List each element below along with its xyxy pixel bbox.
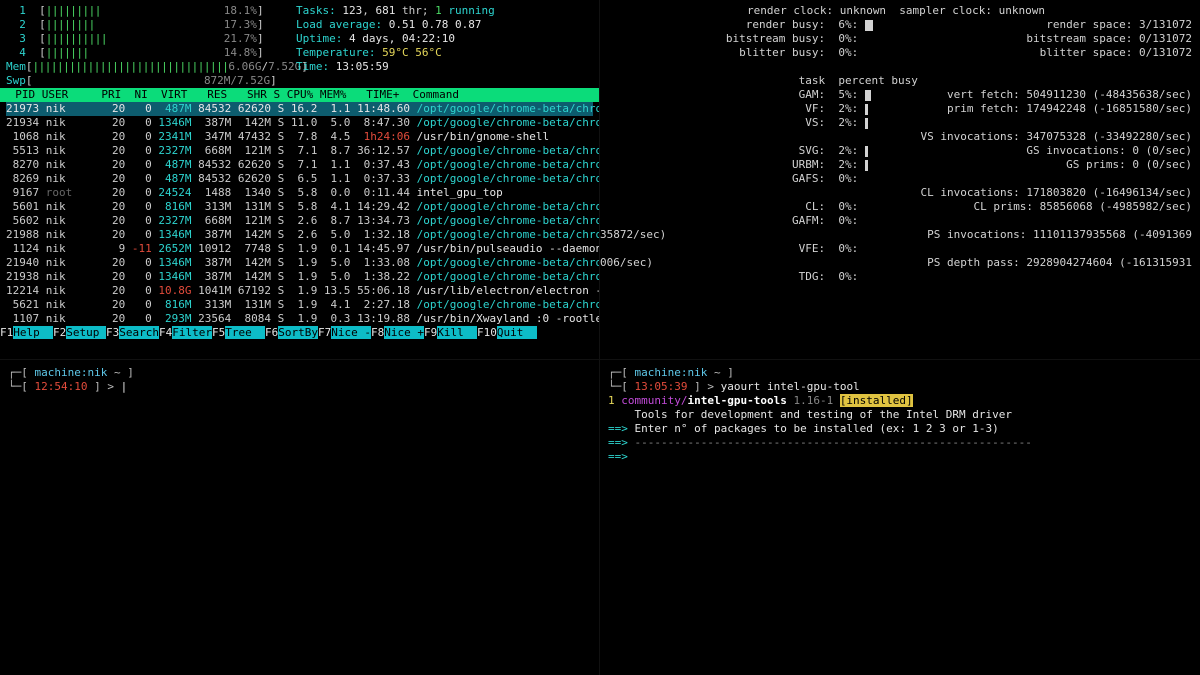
intel-gpu-top-pane: render clock: unknown sampler clock: unk… <box>600 0 1200 360</box>
htop-column-header: PID USER PRI NI VIRT RES SHR S CPU% MEM%… <box>0 88 599 102</box>
package-name: intel-gpu-tools <box>687 394 786 407</box>
prompt-time: 13:05:39 <box>635 380 688 393</box>
process-row[interactable]: 8269 nik 20 0 487M 84532 62620 S 6.5 1.1… <box>6 172 593 186</box>
htop-fn-bar[interactable]: F1Help F2Setup F3SearchF4FilterF5Tree F6… <box>0 326 599 340</box>
process-row[interactable]: 5621 nik 20 0 816M 313M 131M S 1.9 4.1 2… <box>6 298 593 312</box>
fn-F3[interactable]: Search <box>119 326 159 339</box>
process-row[interactable]: 8270 nik 20 0 487M 84532 62620 S 7.1 1.1… <box>6 158 593 172</box>
process-row[interactable]: 21988 nik 20 0 1346M 387M 142M S 2.6 5.0… <box>6 228 593 242</box>
process-row[interactable]: 1068 nik 20 0 2341M 347M 47432 S 7.8 4.5… <box>6 130 593 144</box>
process-row[interactable]: 21934 nik 20 0 1346M 387M 142M S 11.0 5.… <box>6 116 593 130</box>
fn-F2[interactable]: Setup <box>66 326 106 339</box>
fn-F8[interactable]: Nice + <box>384 326 424 339</box>
fn-F9[interactable]: Kill <box>437 326 477 339</box>
process-row[interactable]: 12214 nik 20 0 10.8G 1041M 67192 S 1.9 1… <box>6 284 593 298</box>
fn-F4[interactable]: Filter <box>172 326 212 339</box>
command-input: yaourt intel-gpu-tool <box>721 380 860 393</box>
fn-F7[interactable]: Nice - <box>331 326 371 339</box>
terminal-bottom-right[interactable]: ┌─[ machine:nik ~ ] └─[ 13:05:39 ] > yao… <box>600 360 1200 675</box>
prompt-host: machine:nik <box>635 366 708 379</box>
fn-F6[interactable]: SortBy <box>278 326 318 339</box>
process-row[interactable]: 21938 nik 20 0 1346M 387M 142M S 1.9 5.0… <box>6 270 593 284</box>
process-row[interactable]: 1124 nik 9 -11 2652M 10912 7748 S 1.9 0.… <box>6 242 593 256</box>
package-description: Tools for development and testing of the… <box>608 408 1192 422</box>
prompt-time: 12:54:10 <box>35 380 88 393</box>
process-row[interactable]: 5602 nik 20 0 2327M 668M 121M S 2.6 8.7 … <box>6 214 593 228</box>
process-row[interactable]: 5513 nik 20 0 2327M 668M 121M S 7.1 8.7 … <box>6 144 593 158</box>
fn-F1[interactable]: Help <box>13 326 53 339</box>
prompt-host: machine:nik <box>35 366 108 379</box>
process-row[interactable]: 21940 nik 20 0 1346M 387M 142M S 1.9 5.0… <box>6 256 593 270</box>
fn-F5[interactable]: Tree <box>225 326 265 339</box>
process-row[interactable]: 9167 root 20 0 24524 1488 1340 S 5.8 0.0… <box>6 186 593 200</box>
installed-badge: [installed] <box>840 394 913 407</box>
repo-name: community/ <box>621 394 687 407</box>
htop-process-list[interactable]: 21973 nik 20 0 487M 84532 62620 S 16.2 1… <box>0 102 599 326</box>
yaourt-prompt: Enter n° of packages to be installed (ex… <box>635 422 999 435</box>
process-row[interactable]: 1107 nik 20 0 293M 23564 8084 S 1.9 0.3 … <box>6 312 593 326</box>
htop-pane[interactable]: 1 [||||||||| 18.1%] 2 [|||||||| 17.3%] 3… <box>0 0 600 360</box>
terminal-bottom-left[interactable]: ┌─[ machine:nik ~ ] └─[ 12:54:10 ] > | <box>0 360 600 675</box>
process-row[interactable]: 5601 nik 20 0 816M 313M 131M S 5.8 4.1 1… <box>6 200 593 214</box>
process-row[interactable]: 21973 nik 20 0 487M 84532 62620 S 16.2 1… <box>6 102 593 116</box>
fn-F10[interactable]: Quit <box>497 326 537 339</box>
